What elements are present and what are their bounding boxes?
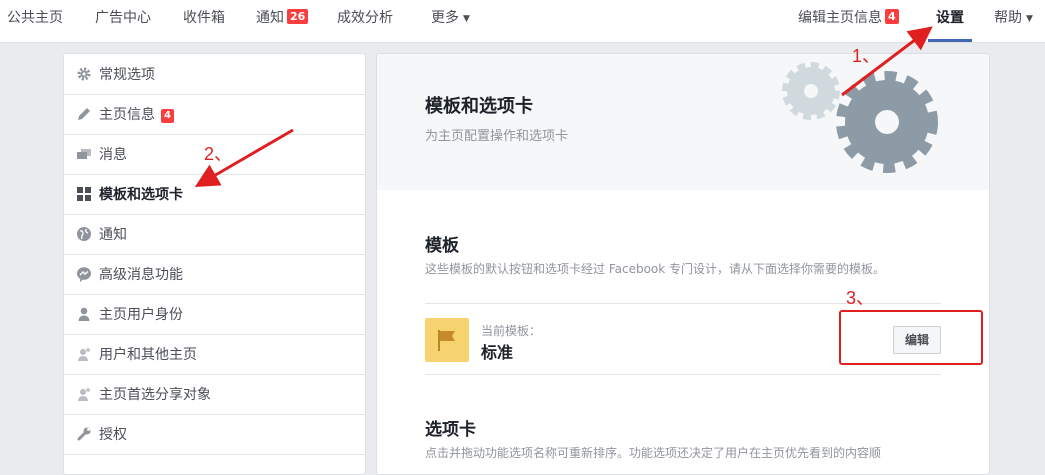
sidebar-item-people-other-pages[interactable]: 用户和其他主页 <box>64 334 365 375</box>
sidebar-item-label: 通知 <box>99 227 127 243</box>
templates-tabs-panel: 模板和选项卡 为主页配置操作和选项卡 模板 这些模板的默认按钮和选项卡经过 Fa… <box>376 53 990 475</box>
nav-help[interactable]: 帮助 ▼ <box>994 0 1033 42</box>
sidebar-item-label: 消息 <box>99 147 127 163</box>
template-section-description: 这些模板的默认按钮和选项卡经过 Facebook 专门设计，请从下面选择你需要的… <box>425 262 886 276</box>
divider <box>425 374 941 375</box>
sidebar-item-text: 主页信息 <box>99 107 155 123</box>
nav-label: 通知 <box>256 10 284 26</box>
sidebar-item-label: 常规选项 <box>99 67 155 83</box>
nav-label: 成效分析 <box>337 10 393 26</box>
messages-icon <box>77 149 91 159</box>
caret-down-icon: ▼ <box>1026 14 1033 24</box>
nav-notifications[interactable]: 通知 26 <box>256 0 309 42</box>
wrench-icon <box>77 427 91 441</box>
nav-label: 设置 <box>936 10 964 26</box>
sidebar-item-notifications[interactable]: 通知 <box>64 214 365 255</box>
current-template-label: 当前模板： <box>481 324 542 338</box>
tabs-section-description: 点击并拖动功能选项名称可重新排序。功能选项还决定了用户在主页优先看到的内容顺 <box>425 446 882 460</box>
nav-label: 广告中心 <box>95 10 151 26</box>
sidebar-item-general[interactable]: 常规选项 <box>64 54 365 95</box>
nav-more[interactable]: 更多 ▼ <box>431 0 470 42</box>
sidebar-item-label: 主页用户身份 <box>99 307 183 323</box>
tabs-section-title: 选项卡 <box>425 420 476 440</box>
nav-label: 公共主页 <box>7 10 63 26</box>
page-info-badge: 4 <box>161 109 174 123</box>
edit-info-badge: 4 <box>885 9 899 24</box>
sidebar-item-preferred-audience[interactable]: 主页首选分享对象 <box>64 374 365 415</box>
sidebar-item-label: 主页信息 4 <box>99 104 174 124</box>
messenger-icon <box>77 267 91 282</box>
nav-inbox[interactable]: 收件箱 <box>183 0 225 42</box>
template-section-title: 模板 <box>425 236 459 256</box>
nav-insights[interactable]: 成效分析 <box>337 0 393 42</box>
template-flag-icon <box>425 318 469 362</box>
active-tab-underline <box>928 39 972 42</box>
nav-ads-center[interactable]: 广告中心 <box>95 0 151 42</box>
annotation-step-3: 3、 <box>846 288 875 308</box>
gear-icon <box>77 67 91 81</box>
sidebar-item-page-roles[interactable]: 主页用户身份 <box>64 294 365 335</box>
globe-icon <box>77 227 91 241</box>
annotation-highlight-box <box>839 310 983 365</box>
notification-badge: 26 <box>287 9 309 24</box>
sidebar-item-page-info[interactable]: 主页信息 4 <box>64 94 365 135</box>
nav-settings[interactable]: 设置 <box>936 0 964 42</box>
sidebar-item-authorizations[interactable]: 授权 <box>64 414 365 455</box>
current-template-value: 标准 <box>481 343 514 362</box>
nav-label: 收件箱 <box>183 10 225 26</box>
sidebar-item-label: 模板和选项卡 <box>99 187 183 203</box>
nav-label: 更多 <box>431 10 459 26</box>
gears-illustration-icon <box>782 62 938 173</box>
person-icon <box>78 307 90 321</box>
grid-icon <box>77 187 91 201</box>
pencil-icon <box>78 108 90 120</box>
person-star-icon <box>78 387 91 401</box>
sidebar-item-templates-tabs[interactable]: 模板和选项卡 <box>64 174 365 215</box>
settings-sidebar: 常规选项 主页信息 4 消息 模板和选项卡 通知 高级消息功能 主页用户身份 用户… <box>63 53 366 475</box>
panel-header: 模板和选项卡 为主页配置操作和选项卡 <box>377 54 989 190</box>
sidebar-item-label: 授权 <box>99 427 127 443</box>
sidebar-item-advanced-messaging[interactable]: 高级消息功能 <box>64 254 365 295</box>
sidebar-item-label: 高级消息功能 <box>99 267 183 283</box>
nav-edit-page-info[interactable]: 编辑主页信息 4 <box>798 0 899 42</box>
top-navigation: 公共主页 广告中心 收件箱 通知 26 成效分析 更多 ▼ 编辑主页信息 4 设置 帮… <box>0 0 1045 43</box>
page-title: 模板和选项卡 <box>425 96 533 117</box>
annotation-step-1: 1、 <box>852 46 881 66</box>
nav-page-home[interactable]: 公共主页 <box>7 0 63 42</box>
sidebar-item-label: 用户和其他主页 <box>99 347 197 363</box>
annotation-step-2: 2、 <box>204 144 233 164</box>
nav-label: 编辑主页信息 <box>798 10 882 26</box>
page-subtitle: 为主页配置操作和选项卡 <box>425 129 569 144</box>
person-star-icon <box>78 347 91 361</box>
sidebar-item-label: 主页首选分享对象 <box>99 387 211 403</box>
nav-label: 帮助 <box>994 10 1022 26</box>
caret-down-icon: ▼ <box>463 14 470 24</box>
